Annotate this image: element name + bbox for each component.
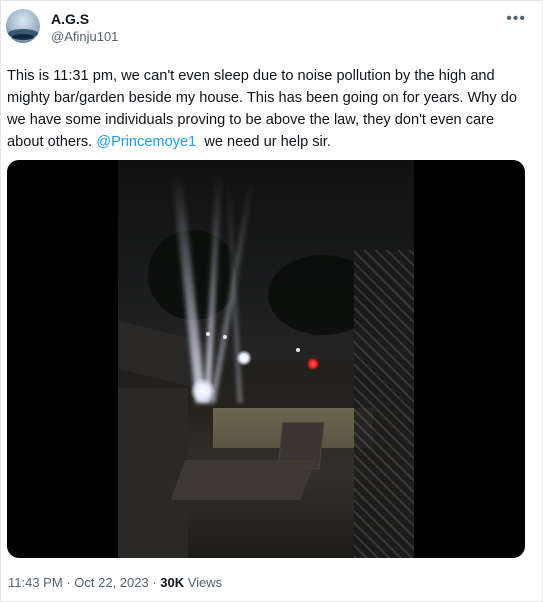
- floodlight-flare: [236, 350, 252, 366]
- distant-light: [206, 332, 210, 336]
- video-media[interactable]: [7, 160, 525, 558]
- floodlight-flare: [190, 378, 216, 404]
- red-light: [307, 358, 319, 370]
- author-name[interactable]: A.G.S: [51, 11, 89, 27]
- avatar[interactable]: [6, 9, 40, 43]
- mention-link[interactable]: @Princemoye1: [96, 134, 196, 150]
- distant-light: [296, 348, 300, 352]
- tweet-text: This is 11:31 pm, we can't even sleep du…: [7, 65, 527, 153]
- tweet-meta: 11:43 PM · Oct 22, 2023 · 30K Views: [8, 575, 222, 591]
- views-count[interactable]: 30K: [160, 575, 184, 590]
- avatar-wave-dark: [12, 34, 34, 40]
- table-silhouette: [170, 460, 316, 500]
- meta-separator: ·: [62, 575, 75, 590]
- chain-link-fence: [354, 250, 414, 558]
- tweet-card: A.G.S @Afinju101 ••• This is 11:31 pm, w…: [0, 0, 543, 602]
- video-frame: [118, 160, 414, 558]
- tweet-date[interactable]: Oct 22, 2023: [74, 575, 148, 590]
- more-dots-icon[interactable]: •••: [506, 10, 526, 28]
- author-handle[interactable]: @Afinju101: [51, 29, 118, 45]
- tweet-text-part2: we need ur help sir.: [196, 134, 331, 150]
- building-wall: [118, 388, 188, 558]
- tweet-time[interactable]: 11:43 PM: [8, 575, 63, 590]
- views-label: Views: [184, 575, 223, 590]
- distant-light: [223, 335, 227, 339]
- meta-separator: ·: [148, 575, 161, 590]
